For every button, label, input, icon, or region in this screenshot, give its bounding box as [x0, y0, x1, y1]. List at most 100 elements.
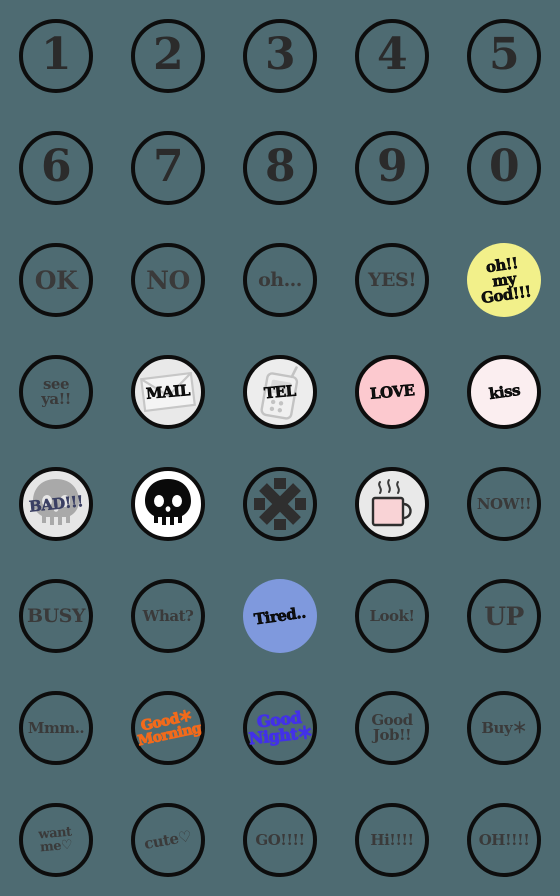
sticker-cell-now[interactable]: NOW!!: [448, 448, 560, 560]
sticker-cell-see-ya[interactable]: see ya!!: [0, 336, 112, 448]
sticker-cell-what[interactable]: What?: [112, 560, 224, 672]
sticker-num-9[interactable]: 9: [355, 131, 429, 205]
sticker-cell-num-9[interactable]: 9: [336, 112, 448, 224]
sticker-cell-skull[interactable]: [112, 448, 224, 560]
sticker-cell-bad[interactable]: BAD!!!: [0, 448, 112, 560]
sticker-num-1[interactable]: 1: [19, 19, 93, 93]
sticker-tel[interactable]: TEL: [243, 355, 317, 429]
sticker-label-oh-excl: OH!!!!: [478, 830, 530, 849]
sticker-good-job[interactable]: Good Job!!: [355, 691, 429, 765]
sticker-what[interactable]: What?: [131, 579, 205, 653]
sticker-good-morning[interactable]: Good＊ Morning: [131, 691, 205, 765]
sticker-num-4[interactable]: 4: [355, 19, 429, 93]
sticker-cell-good-morning[interactable]: Good＊ Morning: [112, 672, 224, 784]
sticker-cell-look[interactable]: Look!: [336, 560, 448, 672]
sticker-cell-num-4[interactable]: 4: [336, 0, 448, 112]
sticker-kiss[interactable]: kiss: [467, 355, 541, 429]
sticker-cell-tired[interactable]: Tired..: [224, 560, 336, 672]
sticker-cell-up[interactable]: UP: [448, 560, 560, 672]
sticker-yes[interactable]: YES!: [355, 243, 429, 317]
sticker-cell-oh[interactable]: oh...: [224, 224, 336, 336]
sticker-cell-kiss[interactable]: kiss: [448, 336, 560, 448]
sticker-cell-busy[interactable]: BUSY: [0, 560, 112, 672]
sticker-cell-love[interactable]: LOVE: [336, 336, 448, 448]
sticker-tired[interactable]: Tired..: [243, 579, 317, 653]
sticker-cell-no[interactable]: NO: [112, 224, 224, 336]
sticker-oh[interactable]: oh...: [243, 243, 317, 317]
sticker-cell-hi[interactable]: Hi!!!!: [336, 784, 448, 896]
mobile-phone-icon: [247, 359, 313, 425]
sticker-num-6[interactable]: 6: [19, 131, 93, 205]
sticker-cell-num-7[interactable]: 7: [112, 112, 224, 224]
sticker-cell-num-2[interactable]: 2: [112, 0, 224, 112]
sticker-cell-oh-my-god[interactable]: oh!! my God!!!: [448, 224, 560, 336]
sticker-good-night[interactable]: Good Night＊: [243, 691, 317, 765]
sticker-num-0[interactable]: 0: [467, 131, 541, 205]
sticker-look[interactable]: Look!: [355, 579, 429, 653]
sticker-cell-good-job[interactable]: Good Job!!: [336, 672, 448, 784]
sticker-cell-num-0[interactable]: 0: [448, 112, 560, 224]
sticker-label-num-4: 4: [376, 29, 408, 80]
sticker-want-me[interactable]: want me♡: [19, 803, 93, 877]
sticker-cell-num-8[interactable]: 8: [224, 112, 336, 224]
sticker-love[interactable]: LOVE: [355, 355, 429, 429]
sticker-label-yes: YES!: [367, 268, 417, 291]
sticker-buy[interactable]: Buy＊: [467, 691, 541, 765]
sticker-cell-coffee[interactable]: [336, 448, 448, 560]
sticker-cell-buy[interactable]: Buy＊: [448, 672, 560, 784]
sticker-cell-xmark[interactable]: [224, 448, 336, 560]
skull-icon: [135, 471, 201, 537]
sticker-cell-ok[interactable]: OK: [0, 224, 112, 336]
sticker-hi[interactable]: Hi!!!!: [355, 803, 429, 877]
sticker-coffee[interactable]: [355, 467, 429, 541]
sticker-label-busy: BUSY: [27, 604, 85, 627]
sticker-label-num-5: 5: [488, 29, 520, 80]
sticker-label-num-2: 2: [152, 29, 184, 80]
sticker-num-8[interactable]: 8: [243, 131, 317, 205]
sticker-label-num-9: 9: [376, 141, 408, 192]
sticker-label-oh-my-god: oh!! my God!!!: [479, 253, 533, 307]
sticker-cell-num-5[interactable]: 5: [448, 0, 560, 112]
sticker-cell-yes[interactable]: YES!: [336, 224, 448, 336]
sticker-xmark[interactable]: [243, 467, 317, 541]
sticker-cell-num-6[interactable]: 6: [0, 112, 112, 224]
sticker-label-tired: Tired..: [253, 602, 307, 629]
sticker-cell-good-night[interactable]: Good Night＊: [224, 672, 336, 784]
sticker-label-num-7: 7: [152, 141, 184, 192]
sticker-see-ya[interactable]: see ya!!: [19, 355, 93, 429]
sticker-mmm[interactable]: Mmm..: [19, 691, 93, 765]
sticker-cell-num-1[interactable]: 1: [0, 0, 112, 112]
sticker-cell-tel[interactable]: TEL: [224, 336, 336, 448]
sticker-no[interactable]: NO: [131, 243, 205, 317]
sticker-cell-oh-excl[interactable]: OH!!!!: [448, 784, 560, 896]
sticker-label-num-1: 1: [40, 29, 72, 80]
sticker-num-3[interactable]: 3: [243, 19, 317, 93]
sticker-label-love: LOVE: [369, 380, 415, 403]
sticker-label-buy: Buy＊: [481, 718, 527, 737]
sticker-oh-my-god[interactable]: oh!! my God!!!: [467, 243, 541, 317]
sticker-skull[interactable]: [131, 467, 205, 541]
sticker-cell-mmm[interactable]: Mmm..: [0, 672, 112, 784]
sticker-now[interactable]: NOW!!: [467, 467, 541, 541]
sticker-label-num-6: 6: [40, 141, 72, 192]
sticker-label-look: Look!: [369, 606, 415, 625]
sticker-label-oh: oh...: [258, 268, 302, 291]
sticker-cell-go[interactable]: GO!!!!: [224, 784, 336, 896]
sticker-cell-want-me[interactable]: want me♡: [0, 784, 112, 896]
sticker-label-see-ya: see ya!!: [41, 375, 71, 408]
sticker-go[interactable]: GO!!!!: [243, 803, 317, 877]
sticker-bad[interactable]: BAD!!!: [19, 467, 93, 541]
sticker-cute[interactable]: cute♡: [131, 803, 205, 877]
sticker-num-7[interactable]: 7: [131, 131, 205, 205]
sticker-up[interactable]: UP: [467, 579, 541, 653]
sticker-label-kiss: kiss: [487, 380, 521, 403]
sticker-ok[interactable]: OK: [19, 243, 93, 317]
sticker-num-2[interactable]: 2: [131, 19, 205, 93]
sticker-busy[interactable]: BUSY: [19, 579, 93, 653]
sticker-oh-excl[interactable]: OH!!!!: [467, 803, 541, 877]
sticker-cell-num-3[interactable]: 3: [224, 0, 336, 112]
sticker-cell-mail[interactable]: MAIL: [112, 336, 224, 448]
sticker-mail[interactable]: MAIL: [131, 355, 205, 429]
sticker-num-5[interactable]: 5: [467, 19, 541, 93]
sticker-cell-cute[interactable]: cute♡: [112, 784, 224, 896]
